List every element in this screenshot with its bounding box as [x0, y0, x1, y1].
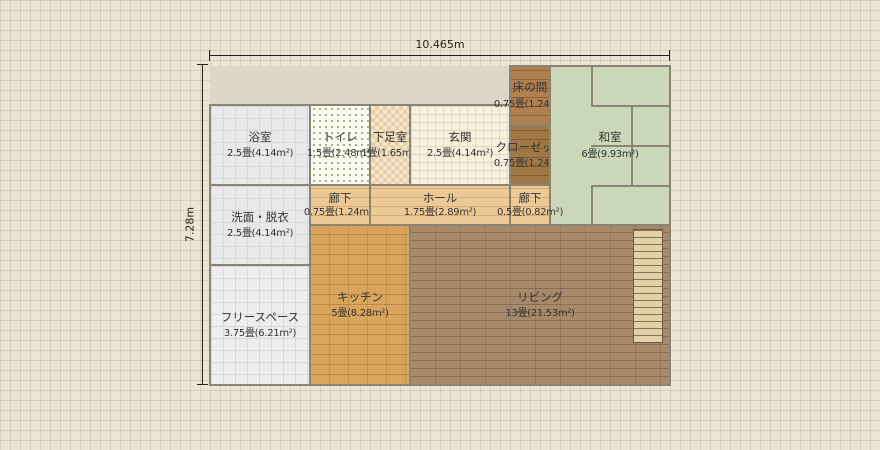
room-hallway-right[interactable]: 廊下 0.5畳(0.82m²): [497, 184, 563, 226]
width-dimension-tick-right: [669, 50, 670, 61]
room-name: 廊下: [518, 190, 542, 205]
room-washitsu[interactable]: 和室 6畳(9.93m²): [549, 65, 671, 226]
room-washroom[interactable]: 洗面・脱衣 2.5畳(4.14m²): [209, 184, 311, 266]
room-area: 0.75畳(1.24m²): [303, 207, 377, 219]
room-name: 浴室: [248, 129, 272, 144]
room-area: 2.5畳(4.14m²): [226, 228, 294, 240]
room-toilet[interactable]: トイレ 1.5畳(2.48m²): [307, 104, 373, 186]
room-tokonoma[interactable]: 床の間 0.75畳(1.24m²): [494, 65, 566, 126]
height-dimension-line: [202, 65, 203, 385]
staircase: [633, 229, 663, 343]
room-name: トイレ: [322, 129, 358, 144]
room-bath[interactable]: 浴室 2.5畳(4.14m²): [209, 104, 311, 186]
height-dimension-tick-bottom: [197, 384, 208, 385]
room-area: 2.5畳(4.14m²): [426, 148, 494, 160]
room-area: 3.75畳(6.21m²): [223, 328, 297, 340]
room-living[interactable]: リビング 13畳(21.53m²): [409, 224, 671, 386]
height-dimension-label: 7.28m: [183, 206, 197, 243]
room-area: 0.5畳(0.82m²): [496, 207, 564, 219]
room-kitchen[interactable]: キッチン 5畳(8.28m²): [309, 224, 411, 386]
room-area: 13畳(21.53m²): [505, 308, 575, 320]
room-hall[interactable]: ホール 1.75畳(2.89m²): [369, 184, 511, 226]
room-area: 2.5畳(4.14m²): [226, 148, 294, 160]
room-free-space[interactable]: フリースペース 3.75畳(6.21m²): [209, 264, 311, 386]
width-dimension-line: [210, 55, 670, 56]
exterior-deck: [210, 66, 510, 104]
room-area: 1.75畳(2.89m²): [403, 207, 477, 219]
tatami-seam: [591, 185, 671, 187]
room-shoe-room[interactable]: 下足室 1畳(1.65m²): [361, 104, 419, 186]
tatami-seam: [591, 67, 593, 107]
room-name: リビング: [517, 289, 563, 304]
room-area: 6畳(9.93m²): [581, 148, 639, 160]
tatami-seam: [591, 185, 593, 225]
room-name: キッチン: [337, 289, 383, 304]
width-dimension-label: 10.465m: [415, 38, 465, 51]
height-dimension-tick-top: [197, 64, 208, 65]
room-area: 5畳(8.28m²): [331, 308, 389, 320]
tatami-seam: [631, 105, 633, 145]
room-name: 下足室: [372, 129, 408, 144]
room-name: 床の間: [512, 80, 548, 95]
room-hallway-left[interactable]: 廊下 0.75畳(1.24m²): [304, 184, 376, 226]
room-closet[interactable]: クローゼット 0.75畳(1.24m²): [494, 124, 566, 186]
room-name: ホール: [422, 190, 458, 205]
width-dimension-tick-left: [209, 50, 210, 61]
room-name: 洗面・脱衣: [231, 209, 289, 224]
room-name: 玄関: [448, 129, 472, 144]
room-name: フリースペース: [220, 309, 300, 324]
room-name: 廊下: [328, 190, 352, 205]
room-name: 和室: [598, 130, 622, 145]
